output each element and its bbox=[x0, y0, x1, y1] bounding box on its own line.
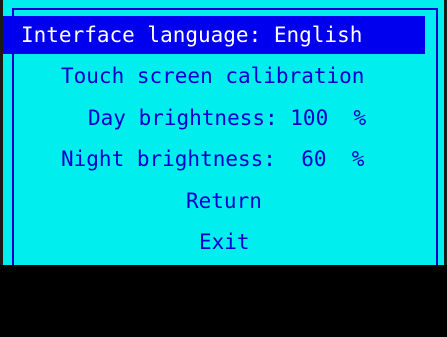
menu-item-label: Day brightness: 100 % bbox=[88, 106, 367, 130]
menu-item-label: Return bbox=[186, 189, 262, 213]
settings-screen: Interface language: English Touch screen… bbox=[0, 0, 447, 265]
menu-item-label: Touch screen calibration bbox=[61, 64, 365, 88]
menu-item-day-brightness[interactable]: Day brightness: 100 % bbox=[3, 99, 425, 137]
menu-item-label: Night brightness: 60 % bbox=[61, 147, 365, 171]
menu-item-return[interactable]: Return bbox=[3, 182, 425, 220]
menu-item-interface-language[interactable]: Interface language: English bbox=[3, 16, 425, 54]
menu-item-exit[interactable]: Exit bbox=[3, 223, 425, 261]
menu-item-night-brightness[interactable]: Night brightness: 60 % bbox=[3, 140, 425, 178]
menu-item-touch-calibration[interactable]: Touch screen calibration bbox=[3, 57, 425, 95]
menu-item-label: Interface language: English bbox=[21, 23, 363, 47]
menu-item-label: Exit bbox=[199, 230, 250, 254]
